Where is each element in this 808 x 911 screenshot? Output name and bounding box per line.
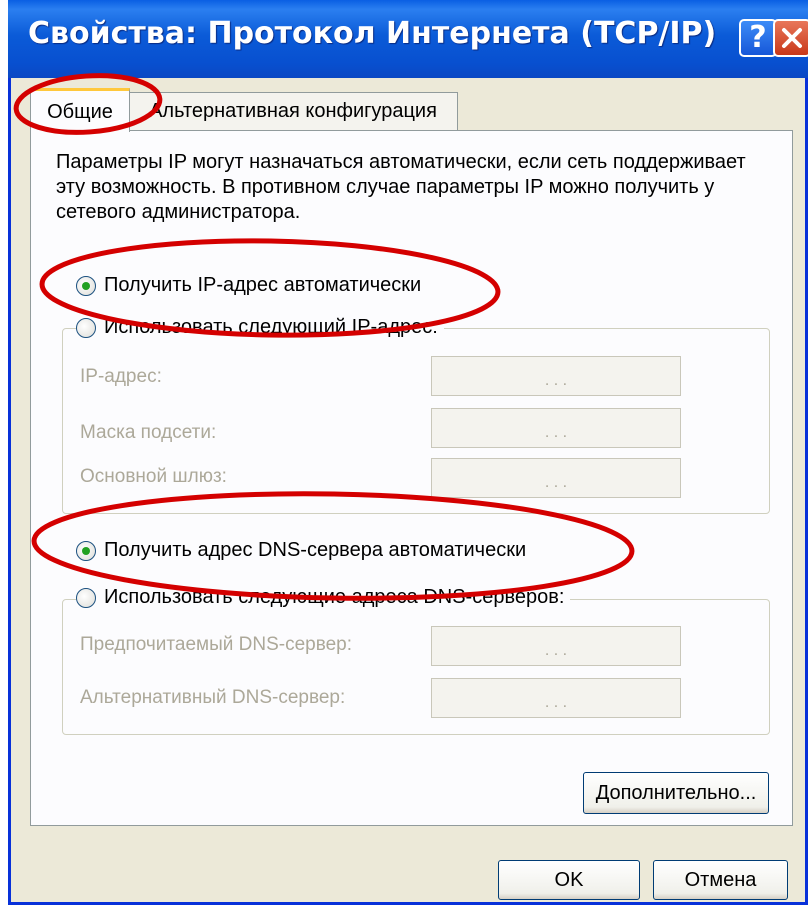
- tab-alternative-configuration[interactable]: Альтернативная конфигурация: [128, 92, 458, 130]
- alternate-dns-label: Альтернативный DNS-сервер:: [80, 687, 346, 708]
- close-button[interactable]: [773, 19, 808, 57]
- radio-obtain-ip-auto[interactable]: Получить IP-адрес автоматически: [76, 274, 421, 297]
- window-title: Свойства: Протокол Интернета (TCP/IP): [28, 16, 717, 51]
- radio-obtain-ip-auto-label: Получить IP-адрес автоматически: [104, 274, 422, 296]
- ok-button[interactable]: OK: [498, 860, 640, 900]
- subnet-mask-label: Маска подсети:: [80, 422, 217, 443]
- ip-address-label: IP-адрес:: [80, 366, 162, 387]
- close-icon: [782, 28, 802, 48]
- advanced-button[interactable]: Дополнительно...: [583, 772, 769, 814]
- question-mark-icon: ?: [749, 20, 767, 55]
- cancel-button[interactable]: Отмена: [653, 860, 788, 900]
- radio-use-following-dns-label: Использовать следующие адреса DNS-сервер…: [104, 586, 565, 608]
- default-gateway-value: . . .: [544, 474, 568, 491]
- radio-checked-icon: [76, 540, 96, 561]
- default-gateway-input[interactable]: . . .: [431, 458, 681, 498]
- radio-checked-icon: [76, 275, 96, 296]
- radio-unchecked-icon: [76, 317, 96, 338]
- radio-obtain-dns-auto-label: Получить адрес DNS-сервера автоматически: [104, 539, 527, 561]
- tab-alternative-label: Альтернативная конфигурация: [149, 100, 437, 122]
- radio-use-following-dns[interactable]: Использовать следующие адреса DNS-сервер…: [76, 586, 571, 609]
- alternate-dns-value: . . .: [544, 694, 568, 711]
- preferred-dns-value: . . .: [544, 642, 568, 659]
- description-text: Параметры IP могут назначаться автоматич…: [56, 151, 746, 223]
- radio-use-following-ip-label: Использовать следующий IP-адрес:: [104, 316, 438, 338]
- help-button[interactable]: ?: [739, 19, 777, 57]
- title-bar[interactable]: Свойства: Протокол Интернета (TCP/IP) ?: [8, 0, 808, 78]
- radio-unchecked-icon: [76, 587, 96, 608]
- tab-general[interactable]: Общие: [30, 88, 130, 132]
- default-gateway-label: Основной шлюз:: [80, 466, 227, 487]
- subnet-mask-input[interactable]: . . .: [431, 408, 681, 448]
- ip-address-value: . . .: [544, 372, 568, 389]
- ip-address-input[interactable]: . . .: [431, 356, 681, 396]
- alternate-dns-input[interactable]: . . .: [431, 678, 681, 718]
- subnet-mask-value: . . .: [544, 424, 568, 441]
- radio-use-following-ip[interactable]: Использовать следующий IP-адрес:: [76, 316, 444, 339]
- preferred-dns-input[interactable]: . . .: [431, 626, 681, 666]
- preferred-dns-label: Предпочитаемый DNS-сервер:: [80, 634, 353, 655]
- radio-obtain-dns-auto[interactable]: Получить адрес DNS-сервера автоматически: [76, 539, 526, 562]
- tab-general-label: Общие: [47, 101, 113, 123]
